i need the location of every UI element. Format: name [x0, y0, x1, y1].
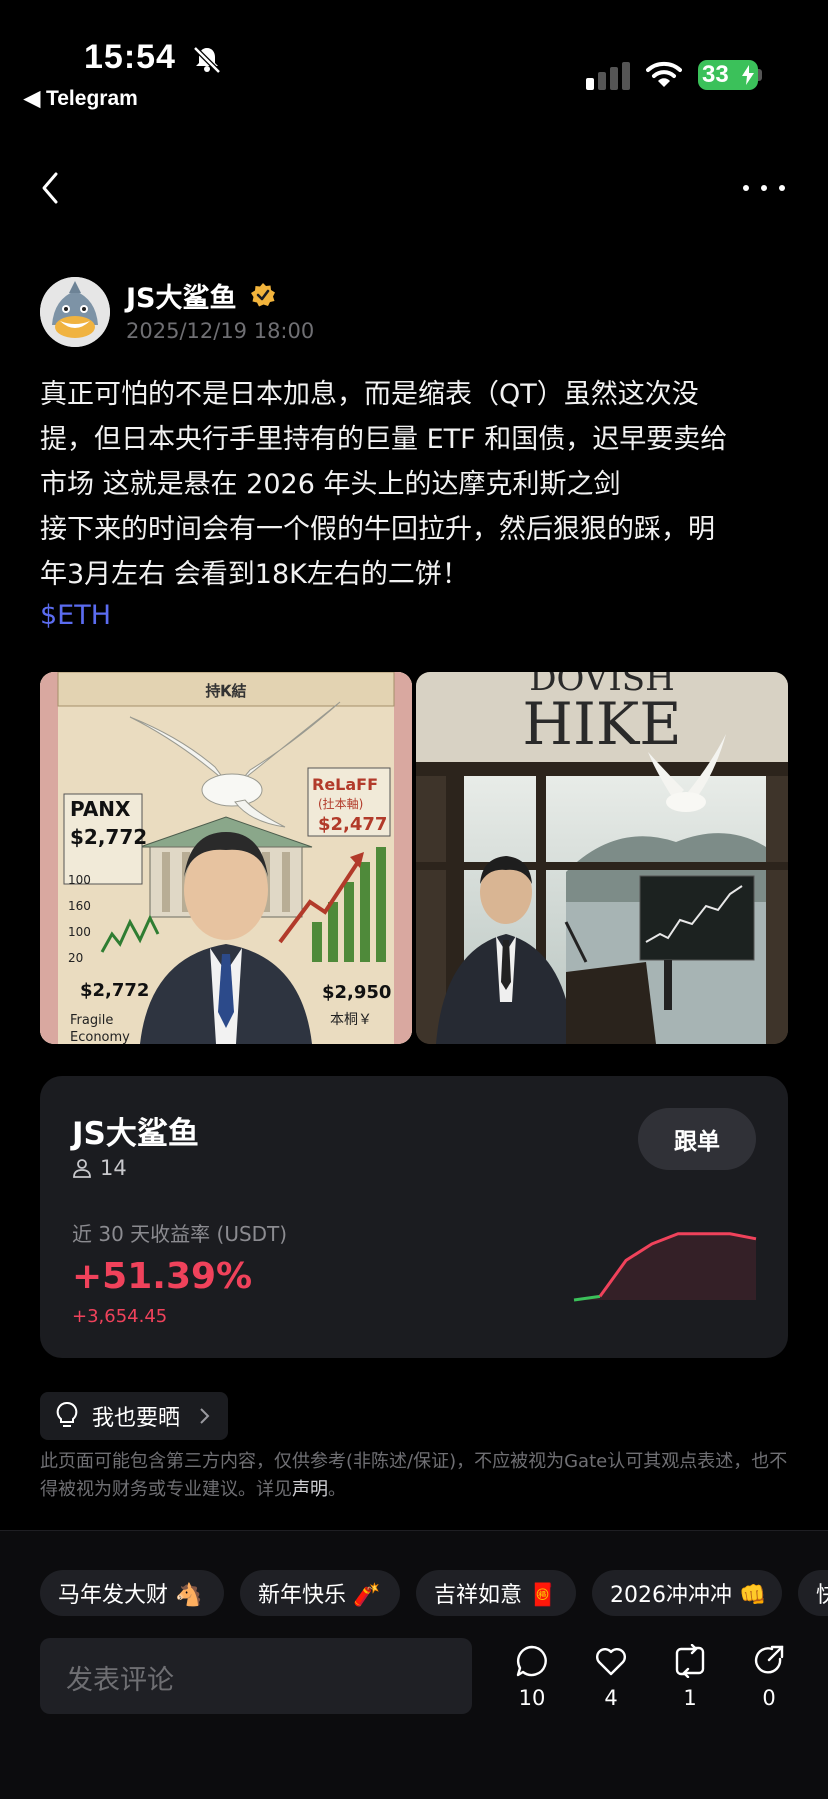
- tick-3: 100: [68, 925, 91, 939]
- comment-placeholder: 发表评论: [66, 1665, 174, 1696]
- image-banner: 持𝐊結: [206, 682, 247, 700]
- battery-cap: [758, 69, 762, 81]
- tick-4: 20: [68, 951, 83, 965]
- left-bottom-value: $2,772: [80, 980, 149, 1001]
- disclaimer-end: 。: [328, 1479, 346, 1500]
- post-timestamp: 2025/12/19 18:00: [126, 319, 315, 343]
- heart-icon[interactable]: [594, 1644, 628, 1678]
- caption-fragile: Fragile: [70, 1013, 113, 1028]
- shark-avatar-icon: [40, 277, 110, 347]
- headline-hike: HIKE: [522, 690, 681, 758]
- share-icon[interactable]: [752, 1644, 786, 1678]
- repost-count: 1: [683, 1686, 697, 1710]
- share-too-label: 我也要晒: [92, 1406, 181, 1431]
- share-count: 0: [762, 1686, 776, 1710]
- repost-icon[interactable]: [673, 1644, 707, 1678]
- chevron-right-icon: [200, 1408, 210, 1424]
- sparkline-area: [574, 1233, 756, 1300]
- relaff-value: $2,477: [318, 814, 387, 835]
- comment-icon[interactable]: [515, 1644, 549, 1678]
- disclaimer-text: 此页面可能包含第三方内容，仅供参考(非陈述/保证)，不应被视为Gate认可其观点…: [40, 1451, 788, 1500]
- illustration-bank-chart: 持𝐊結 PANX $2,772 100 160 100 20 $2,772 Fr…: [40, 672, 412, 1044]
- trader-name: JS大鲨鱼: [72, 1116, 199, 1152]
- disclaimer-link[interactable]: 声明: [292, 1479, 328, 1500]
- roi-sparkline: [573, 1232, 757, 1302]
- panx-value: $2,772: [70, 825, 147, 849]
- chip-2[interactable]: 新年快乐 🧨: [240, 1570, 400, 1616]
- disclaimer: 此页面可能包含第三方内容，仅供参考(非陈述/保证)，不应被视为Gate认可其观点…: [40, 1448, 790, 1504]
- caption-economy: Economy: [70, 1030, 130, 1044]
- post-image-2[interactable]: DOVISH HIKE: [416, 672, 788, 1044]
- right-caption: 本桐￥: [330, 1012, 372, 1028]
- user-icon: [73, 1159, 91, 1178]
- battery-level: 33: [702, 61, 729, 88]
- right-value: $2,950: [322, 982, 391, 1003]
- lightbulb-icon: [56, 1401, 78, 1427]
- status-time: 15:54: [84, 38, 176, 76]
- chip-5[interactable]: 快: [798, 1570, 828, 1616]
- battery-indicator: 33: [698, 60, 758, 90]
- follower-count: 14: [100, 1156, 127, 1180]
- verified-badge-icon: [251, 283, 275, 307]
- roi-percent: +51.39%: [72, 1256, 253, 1297]
- tick-1: 100: [68, 873, 91, 887]
- roi-label: 近 30 天收益率 (USDT): [72, 1222, 288, 1246]
- photo-dovish-hike: DOVISH HIKE: [416, 672, 788, 1044]
- wifi-icon: [646, 61, 682, 87]
- back-to-telegram[interactable]: ◀ Telegram: [24, 86, 138, 111]
- author-avatar[interactable]: [40, 277, 110, 347]
- like-count: 4: [604, 1686, 618, 1710]
- signal-icon: [586, 62, 630, 90]
- chip-4[interactable]: 2026冲冲冲 👊: [592, 1570, 782, 1616]
- post-image-1[interactable]: 持𝐊結 PANX $2,772 100 160 100 20 $2,772 Fr…: [40, 672, 412, 1044]
- charging-icon: [742, 65, 754, 85]
- roi-amount: +3,654.45: [72, 1306, 168, 1327]
- relaff-label: ReLaFF: [312, 775, 378, 794]
- tick-2: 160: [68, 899, 91, 913]
- back-arrow-icon[interactable]: [36, 168, 64, 208]
- silent-bell-icon: [193, 46, 221, 74]
- post-body: 真正可怕的不是日本加息，而是缩表（QT）虽然这次没 提，但日本央行手里持有的巨量…: [40, 379, 728, 590]
- author-name[interactable]: JS大鲨鱼: [126, 276, 237, 315]
- quick-reply-chips: 马年发大财 🐴 新年快乐 🧨 吉祥如意 🧧 2026冲冲冲 👊 快: [0, 1570, 828, 1618]
- chip-3[interactable]: 吉祥如意 🧧: [416, 1570, 576, 1616]
- comment-count: 10: [518, 1686, 546, 1710]
- copy-trade-button[interactable]: 跟单: [638, 1108, 756, 1170]
- panx-label: PANX: [70, 797, 131, 821]
- relaff-sub: (扗本軸): [318, 796, 363, 811]
- more-options-icon[interactable]: [742, 178, 786, 198]
- chip-1[interactable]: 马年发大财 🐴: [40, 1570, 224, 1616]
- ticker-link[interactable]: $ETH: [40, 600, 111, 631]
